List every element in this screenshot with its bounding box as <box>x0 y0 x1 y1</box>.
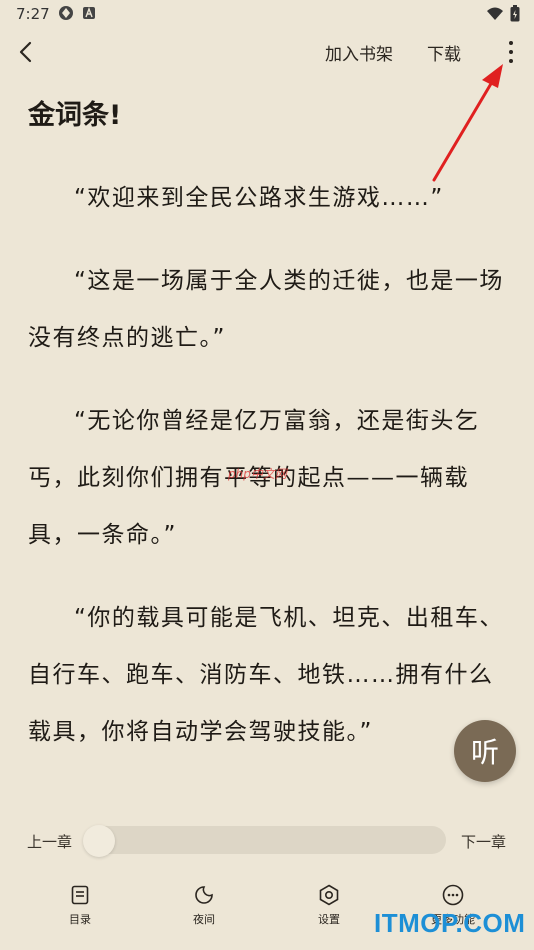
add-to-shelf-button[interactable]: 加入书架 <box>325 40 393 65</box>
reader-content: 金词条! “欢迎来到全民公路求生游戏……” “这是一场属于全人类的迁徙，也是一场… <box>28 92 508 761</box>
status-bar: 7:27 <box>0 0 534 28</box>
nav-settings[interactable]: 设置 <box>294 876 364 927</box>
paragraph: “你的载具可能是飞机、坦克、出租车、自行车、跑车、消防车、地铁……拥有什么载具，… <box>28 605 504 745</box>
php-watermark: php中文网 <box>228 467 287 481</box>
nav-label: 目录 <box>69 913 91 926</box>
chapter-progress: 上一章 下一章 <box>0 820 534 860</box>
paragraph: “这是一场属于全人类的迁徙，也是一场没有终点的逃亡。” <box>28 268 504 351</box>
status-time: 7:27 <box>16 5 50 23</box>
prev-chapter-button[interactable]: 上一章 <box>27 831 72 852</box>
status-icons-left <box>58 5 96 21</box>
text-notification-icon <box>83 7 95 19</box>
nav-catalog[interactable]: 目录 <box>45 876 115 927</box>
app-notification-icon <box>59 6 73 20</box>
status-icons-right <box>486 5 520 22</box>
chapter-title: 金词条! <box>28 100 122 131</box>
more-vert-icon <box>509 41 513 45</box>
settings-icon <box>318 884 340 906</box>
site-watermark: ITMOP.COM <box>374 908 526 938</box>
top-bar: 加入书架 下载 <box>0 30 534 74</box>
moon-icon <box>193 884 215 906</box>
wifi-icon <box>487 7 503 20</box>
progress-slider[interactable] <box>84 826 446 854</box>
battery-icon <box>510 5 520 22</box>
nav-label: 设置 <box>318 913 340 926</box>
nav-label: 夜间 <box>193 913 215 926</box>
paragraph: “欢迎来到全民公路求生游戏……” <box>74 185 444 211</box>
nav-night[interactable]: 夜间 <box>169 876 239 927</box>
catalog-icon <box>69 884 91 906</box>
next-chapter-button[interactable]: 下一章 <box>461 831 506 852</box>
more-options-button[interactable] <box>500 36 522 68</box>
back-button[interactable] <box>12 38 40 66</box>
listen-button[interactable]: 听 <box>454 720 516 782</box>
download-button[interactable]: 下载 <box>427 40 461 65</box>
back-arrow-icon <box>19 41 32 63</box>
more-functions-icon <box>442 884 464 906</box>
progress-thumb[interactable] <box>83 825 115 857</box>
